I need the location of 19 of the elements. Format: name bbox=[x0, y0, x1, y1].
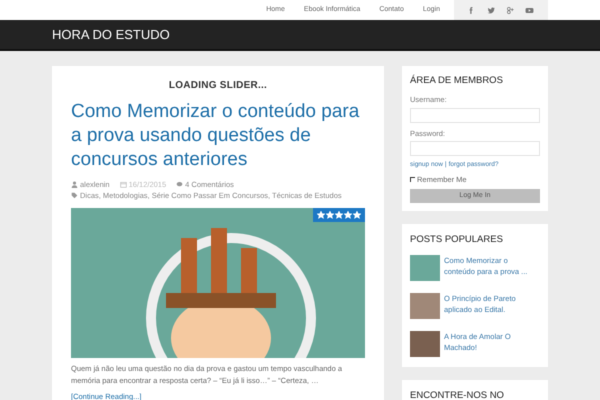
site-title[interactable]: HORA DO ESTUDO bbox=[52, 24, 170, 44]
widget-title: POSTS POPULARES bbox=[410, 232, 504, 247]
calendar-icon bbox=[120, 181, 127, 188]
thumbnail-placeholder[interactable] bbox=[410, 331, 440, 357]
widget-title: ENCONTRE-NOS NO bbox=[410, 390, 505, 400]
video-play-icon[interactable] bbox=[525, 6, 534, 14]
slider-loading-text: LOADING SLIDER... bbox=[168, 79, 268, 93]
speech-bubble-icon bbox=[176, 181, 184, 188]
username-field[interactable] bbox=[410, 108, 540, 122]
thumbnail-placeholder[interactable] bbox=[410, 255, 440, 281]
remember-checkbox[interactable] bbox=[410, 176, 415, 182]
bird-icon[interactable] bbox=[487, 6, 496, 14]
person-icon bbox=[71, 181, 78, 188]
post-title[interactable]: Como Memorizar o conteúdo para a prova usando questões de concursos anteriores bbox=[71, 100, 365, 172]
tag-icon bbox=[71, 192, 78, 199]
widget-title: ÁREA DE MEMBROS bbox=[410, 74, 504, 88]
password-field[interactable] bbox=[410, 140, 540, 156]
thumbnail-placeholder[interactable] bbox=[410, 293, 440, 319]
google-plus-icon[interactable] bbox=[506, 6, 515, 14]
